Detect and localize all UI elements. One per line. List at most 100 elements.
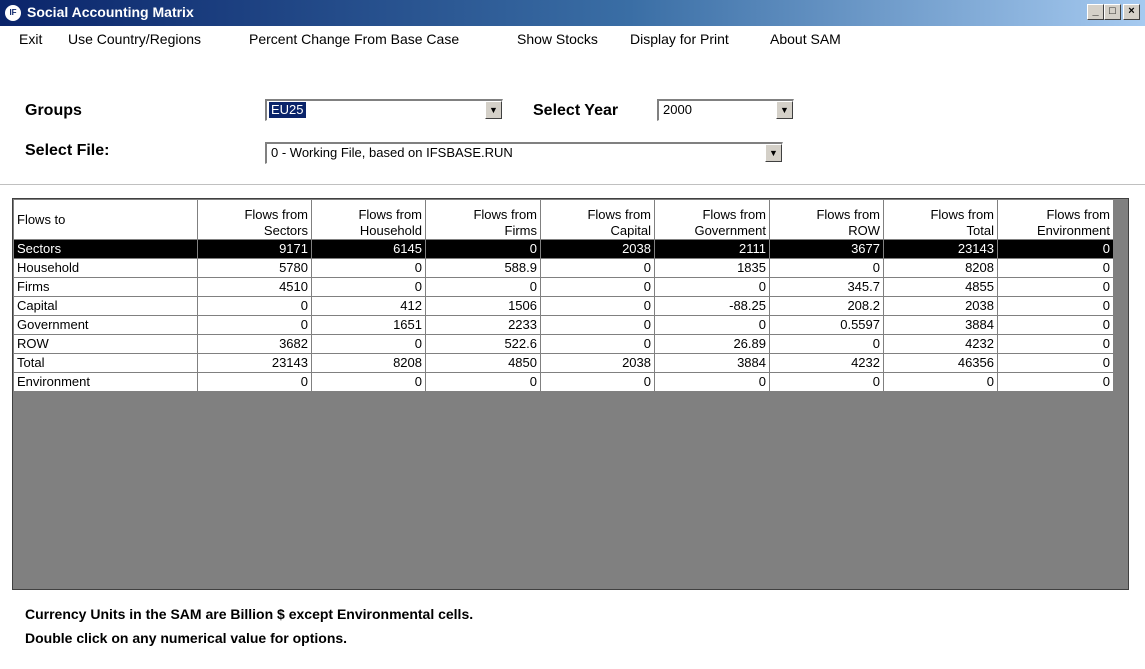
table-cell[interactable]: 4232: [883, 334, 998, 354]
table-cell[interactable]: 0: [769, 372, 884, 392]
table-cell[interactable]: 6145: [311, 239, 426, 259]
table-cell[interactable]: 2038: [883, 296, 998, 316]
table-cell[interactable]: 2038: [540, 353, 655, 373]
chevron-down-icon[interactable]: ▼: [776, 101, 793, 119]
table-cell[interactable]: 4510: [197, 277, 312, 297]
table-cell[interactable]: 26.89: [654, 334, 770, 354]
table-cell[interactable]: 0: [997, 315, 1114, 335]
table-cell[interactable]: 2038: [540, 239, 655, 259]
table-cell[interactable]: 0: [997, 239, 1114, 259]
table-cell[interactable]: 8208: [311, 353, 426, 373]
table-cell[interactable]: 4850: [425, 353, 541, 373]
table-cell[interactable]: 0: [540, 315, 655, 335]
table-cell[interactable]: 4232: [769, 353, 884, 373]
table-cell[interactable]: 0: [654, 372, 770, 392]
menu-use-country-regions[interactable]: Use Country/Regions: [68, 31, 201, 47]
table-cell[interactable]: 0: [997, 334, 1114, 354]
row-label[interactable]: Total: [13, 353, 198, 373]
table-cell[interactable]: 0: [197, 315, 312, 335]
table-row[interactable]: Household 5780 0 588.9 0 1835 0 8208 0: [13, 258, 1114, 278]
year-dropdown[interactable]: 2000 ▼: [657, 99, 794, 121]
column-header-environment[interactable]: Flows from Environment: [997, 199, 1114, 240]
table-cell[interactable]: 0: [540, 334, 655, 354]
table-row[interactable]: Firms 4510 0 0 0 0 345.7 4855 0: [13, 277, 1114, 297]
table-cell[interactable]: 3677: [769, 239, 884, 259]
table-cell[interactable]: 3884: [654, 353, 770, 373]
column-header-household[interactable]: Flows from Household: [311, 199, 426, 240]
column-header-row[interactable]: Flows from ROW: [769, 199, 884, 240]
maximize-button[interactable]: □: [1104, 4, 1121, 20]
row-label[interactable]: Sectors: [13, 239, 198, 259]
table-cell[interactable]: 0: [311, 334, 426, 354]
row-label[interactable]: Capital: [13, 296, 198, 316]
table-cell[interactable]: 0: [883, 372, 998, 392]
table-row[interactable]: ROW 3682 0 522.6 0 26.89 0 4232 0: [13, 334, 1114, 354]
table-row[interactable]: Government 0 1651 2233 0 0 0.5597 3884 0: [13, 315, 1114, 335]
column-header-flows-to[interactable]: Flows to: [13, 199, 198, 240]
table-row[interactable]: Total 23143 8208 4850 2038 3884 4232 46356 0: [13, 353, 1114, 373]
table-cell[interactable]: 0: [540, 277, 655, 297]
table-cell[interactable]: 0: [425, 372, 541, 392]
chevron-down-icon[interactable]: ▼: [765, 144, 782, 162]
close-button[interactable]: ×: [1123, 4, 1140, 20]
row-label[interactable]: Environment: [13, 372, 198, 392]
row-label[interactable]: Firms: [13, 277, 198, 297]
sam-grid[interactable]: Flows to Flows from Sectors Flows from Hou…: [12, 198, 1129, 590]
table-cell[interactable]: 0: [311, 372, 426, 392]
table-cell[interactable]: 0.5597: [769, 315, 884, 335]
file-dropdown[interactable]: 0 - Working File, based on IFSBASE.RUN ▼: [265, 142, 783, 164]
menu-about-sam[interactable]: About SAM: [770, 31, 841, 47]
groups-dropdown[interactable]: EU25 ▼: [265, 99, 503, 121]
table-cell[interactable]: 2111: [654, 239, 770, 259]
row-label[interactable]: Government: [13, 315, 198, 335]
table-cell[interactable]: 0: [425, 277, 541, 297]
table-cell[interactable]: 0: [540, 372, 655, 392]
table-cell[interactable]: 588.9: [425, 258, 541, 278]
table-cell[interactable]: 9171: [197, 239, 312, 259]
table-cell[interactable]: 0: [540, 296, 655, 316]
table-cell[interactable]: 0: [654, 315, 770, 335]
menu-show-stocks[interactable]: Show Stocks: [517, 31, 598, 47]
minimize-button[interactable]: _: [1087, 4, 1104, 20]
table-cell[interactable]: 1506: [425, 296, 541, 316]
table-cell[interactable]: 0: [997, 258, 1114, 278]
column-header-sectors[interactable]: Flows from Sectors: [197, 199, 312, 240]
table-cell[interactable]: 0: [997, 296, 1114, 316]
table-cell[interactable]: 23143: [883, 239, 998, 259]
table-cell[interactable]: 2233: [425, 315, 541, 335]
table-cell[interactable]: 1835: [654, 258, 770, 278]
table-cell[interactable]: 208.2: [769, 296, 884, 316]
table-cell[interactable]: 46356: [883, 353, 998, 373]
title-bar[interactable]: IF Social Accounting Matrix _ □ ×: [0, 0, 1145, 26]
column-header-total[interactable]: Flows from Total: [883, 199, 998, 240]
table-cell[interactable]: 0: [769, 258, 884, 278]
row-label[interactable]: ROW: [13, 334, 198, 354]
table-cell[interactable]: 5780: [197, 258, 312, 278]
table-cell[interactable]: 0: [540, 258, 655, 278]
table-cell[interactable]: 3682: [197, 334, 312, 354]
table-cell[interactable]: 522.6: [425, 334, 541, 354]
menu-percent-change[interactable]: Percent Change From Base Case: [249, 31, 459, 47]
table-cell[interactable]: 0: [997, 372, 1114, 392]
menu-display-for-print[interactable]: Display for Print: [630, 31, 729, 47]
table-cell[interactable]: 0: [997, 353, 1114, 373]
table-cell[interactable]: 1651: [311, 315, 426, 335]
table-cell[interactable]: 0: [769, 334, 884, 354]
table-cell[interactable]: 0: [425, 239, 541, 259]
table-cell[interactable]: 23143: [197, 353, 312, 373]
row-label[interactable]: Household: [13, 258, 198, 278]
table-cell[interactable]: 3884: [883, 315, 998, 335]
column-header-capital[interactable]: Flows from Capital: [540, 199, 655, 240]
table-cell[interactable]: 345.7: [769, 277, 884, 297]
table-cell[interactable]: 0: [997, 277, 1114, 297]
chevron-down-icon[interactable]: ▼: [485, 101, 502, 119]
table-cell[interactable]: 0: [197, 296, 312, 316]
table-cell[interactable]: 0: [311, 277, 426, 297]
column-header-government[interactable]: Flows from Government: [654, 199, 770, 240]
table-row[interactable]: Environment 0 0 0 0 0 0 0 0: [13, 372, 1114, 392]
table-cell[interactable]: 0: [197, 372, 312, 392]
column-header-firms[interactable]: Flows from Firms: [425, 199, 541, 240]
table-cell[interactable]: 412: [311, 296, 426, 316]
table-cell[interactable]: 0: [311, 258, 426, 278]
table-cell[interactable]: 0: [654, 277, 770, 297]
